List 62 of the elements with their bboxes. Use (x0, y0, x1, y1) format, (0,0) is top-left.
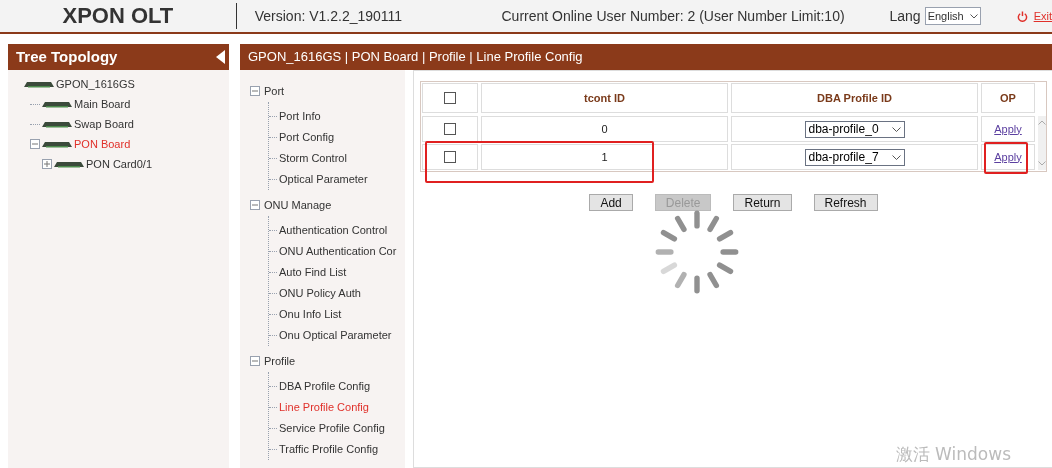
menu-item[interactable]: Authentication Control (279, 222, 388, 239)
dropdown-icon (969, 13, 978, 19)
menu-item[interactable]: Line Profile Config (279, 399, 369, 416)
checkbox[interactable] (444, 123, 456, 135)
menu-item[interactable]: Service Profile Config (279, 420, 385, 437)
action-button[interactable]: Return (733, 194, 792, 211)
device-icon (42, 140, 72, 148)
sidebar-title: Tree Topology (16, 46, 118, 67)
collapse-icon[interactable] (250, 200, 260, 210)
exit-link[interactable]: Exit (1033, 7, 1052, 25)
dropdown-icon (891, 154, 901, 160)
collapse-arrow-icon[interactable] (216, 50, 225, 64)
device-icon (24, 80, 54, 88)
column-header: tcont ID (481, 83, 728, 113)
table-cell: 0 (481, 116, 728, 142)
menu-item[interactable]: Onu Info List (279, 306, 342, 323)
checkbox[interactable] (444, 151, 456, 163)
menu-item[interactable]: Onu Optical Parameter (279, 327, 392, 344)
menu-item[interactable]: Optical Parameter (279, 171, 368, 188)
scrollbar[interactable] (1038, 116, 1046, 170)
device-icon (42, 120, 72, 128)
lang-label: Lang (889, 6, 921, 26)
menu-item[interactable]: Auto Find List (279, 264, 347, 281)
column-header: DBA Profile ID (731, 83, 978, 113)
device-icon (54, 160, 84, 168)
tree-item[interactable]: Swap Board (74, 115, 134, 133)
breadcrumb: GPON_1616GS | PON Board | Profile | Line Profile Config (248, 48, 583, 67)
online-users-text: Current Online User Number: 2 (User Number Limit:10) (501, 6, 846, 26)
action-button[interactable]: Add (589, 194, 633, 211)
menu-item[interactable]: DBA Profile Config (279, 378, 371, 395)
action-button[interactable]: Refresh (813, 194, 878, 211)
os-activation-text: 激活 Windows (895, 442, 1011, 466)
menu-group[interactable]: ONU Manage (264, 196, 332, 214)
tree-item[interactable]: PON Board (74, 135, 131, 153)
menu-item[interactable]: Traffic Profile Config (279, 441, 379, 458)
dropdown-icon (891, 126, 901, 132)
column-header: OP (981, 83, 1035, 113)
language-select[interactable]: English (924, 6, 981, 26)
checkbox[interactable] (444, 92, 456, 104)
menu-group[interactable]: Port (264, 82, 285, 100)
version-text: Version: V1.2.2_190111 (254, 6, 404, 26)
menu-item[interactable]: Port Config (279, 129, 335, 146)
profile-select[interactable]: dba-profile_7 (804, 148, 905, 166)
menu-item[interactable]: Port Info (279, 108, 321, 125)
tree-item[interactable]: PON Card0/1 (86, 155, 153, 173)
collapse-icon[interactable] (250, 356, 260, 366)
collapse-icon[interactable] (250, 86, 260, 96)
scroll-down-icon[interactable] (1038, 161, 1046, 166)
tree-item[interactable]: Main Board (74, 95, 131, 113)
profile-select[interactable]: dba-profile_0 (804, 120, 905, 138)
menu-item[interactable]: ONU Authentication Cor (279, 243, 397, 260)
logo-text: XPON OLT (0, 3, 237, 29)
menu-item[interactable]: ONU Policy Auth (279, 285, 361, 302)
device-icon (42, 100, 72, 108)
collapse-icon[interactable] (30, 139, 40, 149)
tree-item[interactable]: GPON_1616GS (56, 75, 135, 93)
scroll-up-icon[interactable] (1038, 120, 1046, 125)
power-icon (1016, 10, 1028, 22)
menu-item[interactable]: Storm Control (279, 150, 347, 167)
table-cell: 1 (481, 144, 728, 170)
menu-group[interactable]: Profile (264, 352, 296, 370)
expand-icon[interactable] (42, 159, 52, 169)
